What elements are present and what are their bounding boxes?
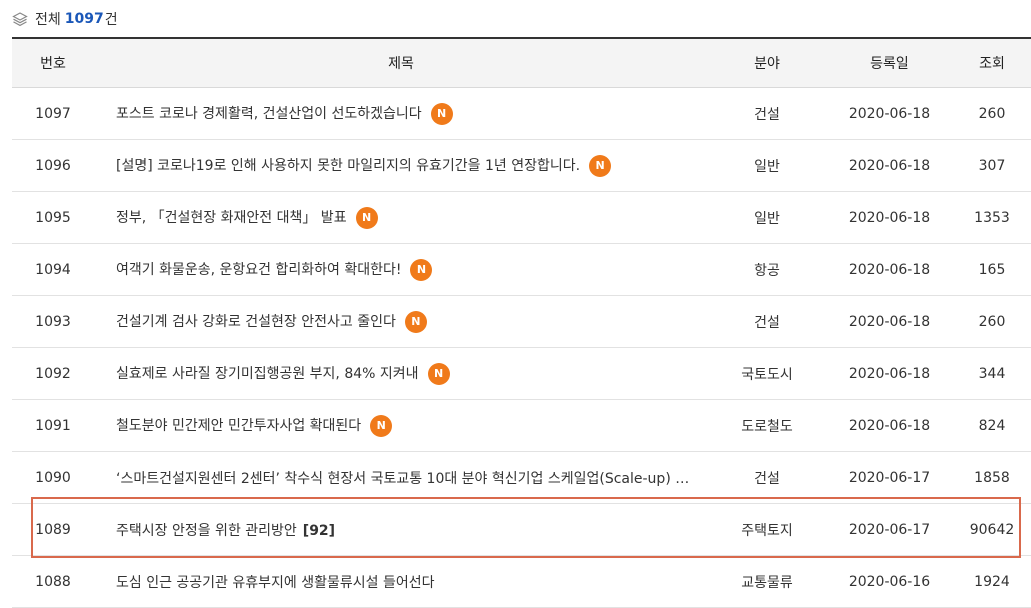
total-count: 1097 — [64, 11, 104, 27]
new-badge-icon: N — [589, 154, 612, 177]
row-title-link[interactable]: 여객기 화물운송, 운항요건 합리화하여 확대한다! — [116, 262, 401, 278]
row-number: 1094 — [12, 243, 94, 296]
row-date: 2020-06-18 — [826, 139, 953, 192]
table-row[interactable]: 1088 도심 인근 공공기관 유휴부지에 생활물류시설 들어선다 교통물류 2020… — [12, 555, 1031, 608]
row-views: 824 — [953, 399, 1031, 452]
row-date: 2020-06-18 — [826, 243, 953, 296]
row-title-link[interactable]: 도심 인근 공공기관 유휴부지에 생활물류시설 들어선다 — [116, 575, 435, 591]
row-title-cell: 주택시장 안정을 위한 관리방안 [92] — [94, 503, 708, 556]
row-category: 건설 — [708, 295, 826, 348]
row-title-cell: 도심 인근 공공기관 유휴부지에 생활물류시설 들어선다 — [94, 555, 708, 608]
row-number: 1088 — [12, 555, 94, 608]
comment-count: [92] — [302, 522, 336, 539]
header-title: 제목 — [94, 37, 708, 88]
header-views: 조회 — [953, 37, 1031, 88]
row-number: 1092 — [12, 347, 94, 400]
row-title-cell: 실효제로 사라질 장기미집행공원 부지, 84% 지켜내 N — [94, 347, 708, 400]
row-date: 2020-06-18 — [826, 347, 953, 400]
row-date: 2020-06-16 — [826, 555, 953, 608]
row-category: 일반 — [708, 139, 826, 192]
header-category: 분야 — [708, 37, 826, 88]
table-row[interactable]: 1092 실효제로 사라질 장기미집행공원 부지, 84% 지켜내 N 국토도시 202… — [12, 347, 1031, 400]
row-title-cell: [설명] 코로나19로 인해 사용하지 못한 마일리지의 유효기간을 1년 연장… — [94, 139, 708, 192]
board-table: 번호 제목 분야 등록일 조회 1097 포스트 코로나 경제활력, 건설산업이 … — [12, 37, 1031, 608]
header-date: 등록일 — [826, 37, 953, 88]
row-number: 1091 — [12, 399, 94, 452]
row-date: 2020-06-18 — [826, 399, 953, 452]
row-title-link[interactable]: 실효제로 사라질 장기미집행공원 부지, 84% 지켜내 — [116, 366, 419, 382]
row-title-cell: 포스트 코로나 경제활력, 건설산업이 선도하겠습니다 N — [94, 87, 708, 140]
new-badge-icon: N — [427, 362, 450, 385]
row-date: 2020-06-17 — [826, 503, 953, 556]
new-badge-icon: N — [410, 258, 433, 281]
new-badge-icon: N — [430, 102, 453, 125]
header-no: 번호 — [12, 37, 94, 88]
row-title-cell: 건설기계 검사 강화로 건설현장 안전사고 줄인다 N — [94, 295, 708, 348]
table-row[interactable]: 1089 주택시장 안정을 위한 관리방안 [92] 주택토지 2020-06-17 90… — [12, 503, 1031, 556]
row-views: 1353 — [953, 191, 1031, 244]
row-views: 90642 — [953, 503, 1031, 556]
row-title-link[interactable]: 주택시장 안정을 위한 관리방안 — [116, 523, 297, 539]
row-title-cell: 철도분야 민간제안 민간투자사업 확대된다 N — [94, 399, 708, 452]
row-views: 1924 — [953, 555, 1031, 608]
table-row[interactable]: 1090 ‘스마트건설지원센터 2센터’ 착수식 현장서 국토교통 10대 분야 … — [12, 451, 1031, 504]
row-category: 항공 — [708, 243, 826, 296]
row-title-link[interactable]: 건설기계 검사 강화로 건설현장 안전사고 줄인다 — [116, 314, 396, 330]
row-title-link[interactable]: 포스트 코로나 경제활력, 건설산업이 선도하겠습니다 — [116, 106, 422, 122]
row-number: 1097 — [12, 87, 94, 140]
table-row[interactable]: 1097 포스트 코로나 경제활력, 건설산업이 선도하겠습니다 N 건설 2020-0… — [12, 87, 1031, 140]
row-title-link[interactable]: 정부, 「건설현장 화재안전 대책」 발표 — [116, 210, 347, 226]
row-category: 교통물류 — [708, 555, 826, 608]
row-date: 2020-06-18 — [826, 191, 953, 244]
table-row[interactable]: 1095 정부, 「건설현장 화재안전 대책」 발표 N 일반 2020-06-18 13… — [12, 191, 1031, 244]
new-badge-icon: N — [370, 414, 393, 437]
row-views: 1858 — [953, 451, 1031, 504]
row-category: 국토도시 — [708, 347, 826, 400]
row-title-link[interactable]: [설명] 코로나19로 인해 사용하지 못한 마일리지의 유효기간을 1년 연장… — [116, 158, 580, 174]
row-category: 일반 — [708, 191, 826, 244]
layers-icon — [12, 12, 28, 27]
row-title-cell: ‘스마트건설지원센터 2센터’ 착수식 현장서 국토교통 10대 분야 혁신기업… — [94, 451, 708, 504]
row-number: 1089 — [12, 503, 94, 556]
row-category: 건설 — [708, 87, 826, 140]
row-number: 1095 — [12, 191, 94, 244]
row-number: 1096 — [12, 139, 94, 192]
row-date: 2020-06-18 — [826, 87, 953, 140]
row-title-cell: 정부, 「건설현장 화재안전 대책」 발표 N — [94, 191, 708, 244]
row-number: 1090 — [12, 451, 94, 504]
row-title-link[interactable]: 철도분야 민간제안 민간투자사업 확대된다 — [116, 418, 361, 434]
count-unit: 건 — [104, 12, 118, 28]
row-date: 2020-06-18 — [826, 295, 953, 348]
row-number: 1093 — [12, 295, 94, 348]
row-category: 건설 — [708, 451, 826, 504]
row-views: 307 — [953, 139, 1031, 192]
new-badge-icon: N — [355, 206, 378, 229]
table-row[interactable]: 1094 여객기 화물운송, 운항요건 합리화하여 확대한다! N 항공 2020-06… — [12, 243, 1031, 296]
new-badge-icon: N — [404, 310, 427, 333]
table-row[interactable]: 1093 건설기계 검사 강화로 건설현장 안전사고 줄인다 N 건설 2020-06-… — [12, 295, 1031, 348]
row-views: 260 — [953, 295, 1031, 348]
table-header-row: 번호 제목 분야 등록일 조회 — [12, 37, 1031, 88]
row-views: 165 — [953, 243, 1031, 296]
row-category: 주택토지 — [708, 503, 826, 556]
row-views: 344 — [953, 347, 1031, 400]
table-row[interactable]: 1091 철도분야 민간제안 민간투자사업 확대된다 N 도로철도 2020-06-18… — [12, 399, 1031, 452]
row-views: 260 — [953, 87, 1031, 140]
row-category: 도로철도 — [708, 399, 826, 452]
row-title-link[interactable]: ‘스마트건설지원센터 2센터’ 착수식 현장서 국토교통 10대 분야 혁신기업… — [116, 471, 689, 487]
summary-label: 전체 — [35, 12, 61, 28]
table-row[interactable]: 1096 [설명] 코로나19로 인해 사용하지 못한 마일리지의 유효기간을 1… — [12, 139, 1031, 192]
board-summary: 전체 1097 건 — [12, 7, 118, 31]
row-title-cell: 여객기 화물운송, 운항요건 합리화하여 확대한다! N — [94, 243, 708, 296]
row-date: 2020-06-17 — [826, 451, 953, 504]
